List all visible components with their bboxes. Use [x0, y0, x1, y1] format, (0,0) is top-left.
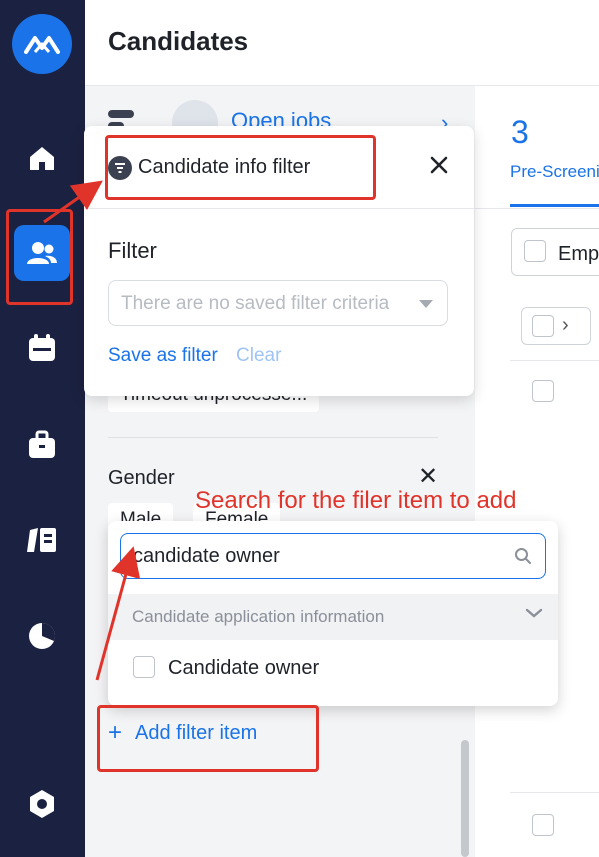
- annotation-arrows: [43, 180, 141, 681]
